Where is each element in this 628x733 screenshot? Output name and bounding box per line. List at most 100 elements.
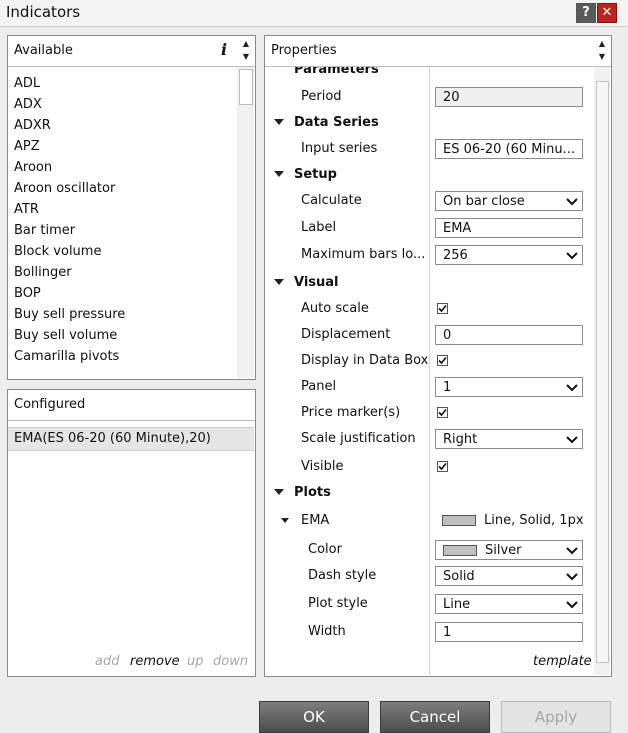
available-scrollbar[interactable] xyxy=(237,67,254,378)
collapse-plots-icon[interactable] xyxy=(274,489,284,495)
chevron-down-icon xyxy=(566,573,578,581)
chevron-down-icon xyxy=(566,198,578,206)
window-title: Indicators xyxy=(6,3,81,21)
input-series-field[interactable]: ES 06-20 (60 Minu... xyxy=(435,139,583,159)
label-label: Label xyxy=(301,220,337,235)
checkmark-icon xyxy=(438,408,447,417)
list-item[interactable]: Aroon oscillator xyxy=(14,178,115,199)
list-item[interactable]: Aroon xyxy=(14,157,52,178)
template-link[interactable]: template xyxy=(533,654,592,669)
up-link[interactable]: up xyxy=(187,654,204,669)
color-dropdown[interactable]: Silver xyxy=(435,540,583,560)
chevron-down-icon xyxy=(566,601,578,609)
list-item[interactable]: Bollinger xyxy=(14,262,72,283)
color-label: Color xyxy=(308,542,342,557)
available-panel: Available i ▲ ▼ ADL ADX ADXR APZ Aroon Aroon … xyxy=(7,35,256,380)
remove-link[interactable]: remove xyxy=(130,654,180,669)
list-item[interactable]: Block volume xyxy=(14,241,101,262)
scroll-up-button[interactable]: ▲ xyxy=(239,39,253,49)
list-item[interactable]: BOP xyxy=(14,283,41,304)
panel-dropdown[interactable]: 1 xyxy=(435,377,583,397)
collapse-data-series-icon[interactable] xyxy=(274,119,284,125)
display-in-data-box-label: Display in Data Box xyxy=(301,353,429,368)
properties-panel: Properties ▲ ▼ Parameters Period 20 Data… xyxy=(264,35,612,677)
close-icon: ✕ xyxy=(601,5,613,20)
plot-style-dropdown[interactable]: Line xyxy=(435,594,583,614)
chevron-down-icon xyxy=(566,436,578,444)
list-item[interactable]: Camarilla pivots xyxy=(14,346,119,367)
add-link[interactable]: add xyxy=(95,654,119,669)
title-bar: Indicators ? ✕ xyxy=(0,0,628,27)
display-in-data-box-checkbox[interactable] xyxy=(437,355,448,366)
down-link[interactable]: down xyxy=(213,654,248,669)
displacement-label: Displacement xyxy=(301,327,391,342)
dash-style-label: Dash style xyxy=(308,568,377,583)
collapse-ema-plot-icon[interactable] xyxy=(281,518,289,523)
dash-style-dropdown[interactable]: Solid xyxy=(435,566,583,586)
category-parameters: Parameters xyxy=(294,67,379,77)
configured-item-label: EMA(ES 06-20 (60 Minute),20) xyxy=(14,431,211,446)
scroll-up-button[interactable]: ▲ xyxy=(595,39,609,49)
configured-item[interactable]: EMA(ES 06-20 (60 Minute),20) xyxy=(8,427,254,451)
property-grid: Parameters Period 20 Data Series Input s… xyxy=(265,67,594,675)
ema-plot-label: EMA xyxy=(301,513,330,528)
list-item[interactable]: ADL xyxy=(14,73,40,94)
cancel-button[interactable]: Cancel xyxy=(380,701,490,733)
width-field[interactable]: 1 xyxy=(435,622,583,642)
properties-header: Properties ▲ ▼ xyxy=(265,36,611,67)
visible-checkbox[interactable] xyxy=(437,461,448,472)
scroll-down-button[interactable]: ▼ xyxy=(595,52,609,62)
list-item[interactable]: APZ xyxy=(14,136,40,157)
calculate-dropdown[interactable]: On bar close xyxy=(435,191,583,211)
ok-button[interactable]: OK xyxy=(259,701,369,733)
list-item[interactable]: ADX xyxy=(14,94,42,115)
color-swatch xyxy=(442,515,476,526)
category-visual: Visual xyxy=(294,275,339,290)
close-button[interactable]: ✕ xyxy=(597,3,617,23)
ema-plot-summary: Line, Solid, 1px xyxy=(442,513,584,528)
category-setup: Setup xyxy=(294,167,337,182)
calculate-label: Calculate xyxy=(301,193,362,208)
configured-header: Configured xyxy=(8,390,255,421)
configured-panel: Configured EMA(ES 06-20 (60 Minute),20) … xyxy=(7,389,256,677)
available-title: Available xyxy=(14,43,73,58)
scale-justification-dropdown[interactable]: Right xyxy=(435,429,583,449)
label-field[interactable]: EMA xyxy=(435,218,583,238)
max-bars-label: Maximum bars lo... xyxy=(301,247,426,262)
checkmark-icon xyxy=(438,356,447,365)
list-item[interactable]: ADXR xyxy=(14,115,51,136)
properties-scrollbar[interactable] xyxy=(594,67,610,675)
price-markers-label: Price marker(s) xyxy=(301,405,401,420)
chevron-down-icon xyxy=(566,384,578,392)
scrollbar-thumb[interactable] xyxy=(239,69,253,105)
list-item[interactable]: Bar timer xyxy=(14,220,75,241)
scale-justification-label: Scale justification xyxy=(301,431,416,446)
period-field[interactable]: 20 xyxy=(435,87,583,107)
list-item[interactable]: Buy sell pressure xyxy=(14,304,125,325)
configured-title: Configured xyxy=(14,397,86,412)
max-bars-dropdown[interactable]: 256 xyxy=(435,245,583,265)
scrollbar-thumb[interactable] xyxy=(596,81,609,663)
category-data-series: Data Series xyxy=(294,115,379,130)
apply-button[interactable]: Apply xyxy=(501,701,611,733)
plot-style-label: Plot style xyxy=(308,596,368,611)
collapse-setup-icon[interactable] xyxy=(274,171,284,177)
available-list: ADL ADX ADXR APZ Aroon Aroon oscillator ATR Bar… xyxy=(8,73,236,378)
properties-title: Properties xyxy=(271,43,337,58)
category-plots: Plots xyxy=(294,485,331,500)
list-item[interactable]: ATR xyxy=(14,199,39,220)
available-header: Available i ▲ ▼ xyxy=(8,36,255,67)
displacement-field[interactable]: 0 xyxy=(435,325,583,345)
price-markers-checkbox[interactable] xyxy=(437,407,448,418)
panel-label: Panel xyxy=(301,379,337,394)
collapse-visual-icon[interactable] xyxy=(274,279,284,285)
checkmark-icon xyxy=(438,304,447,313)
color-swatch xyxy=(443,545,477,556)
scroll-down-button[interactable]: ▼ xyxy=(239,52,253,62)
visible-label: Visible xyxy=(301,459,344,474)
list-item[interactable]: Buy sell volume xyxy=(14,325,117,346)
help-button[interactable]: ? xyxy=(576,3,596,23)
auto-scale-checkbox[interactable] xyxy=(437,303,448,314)
info-icon[interactable]: i xyxy=(221,40,227,59)
chevron-down-icon xyxy=(566,547,578,555)
